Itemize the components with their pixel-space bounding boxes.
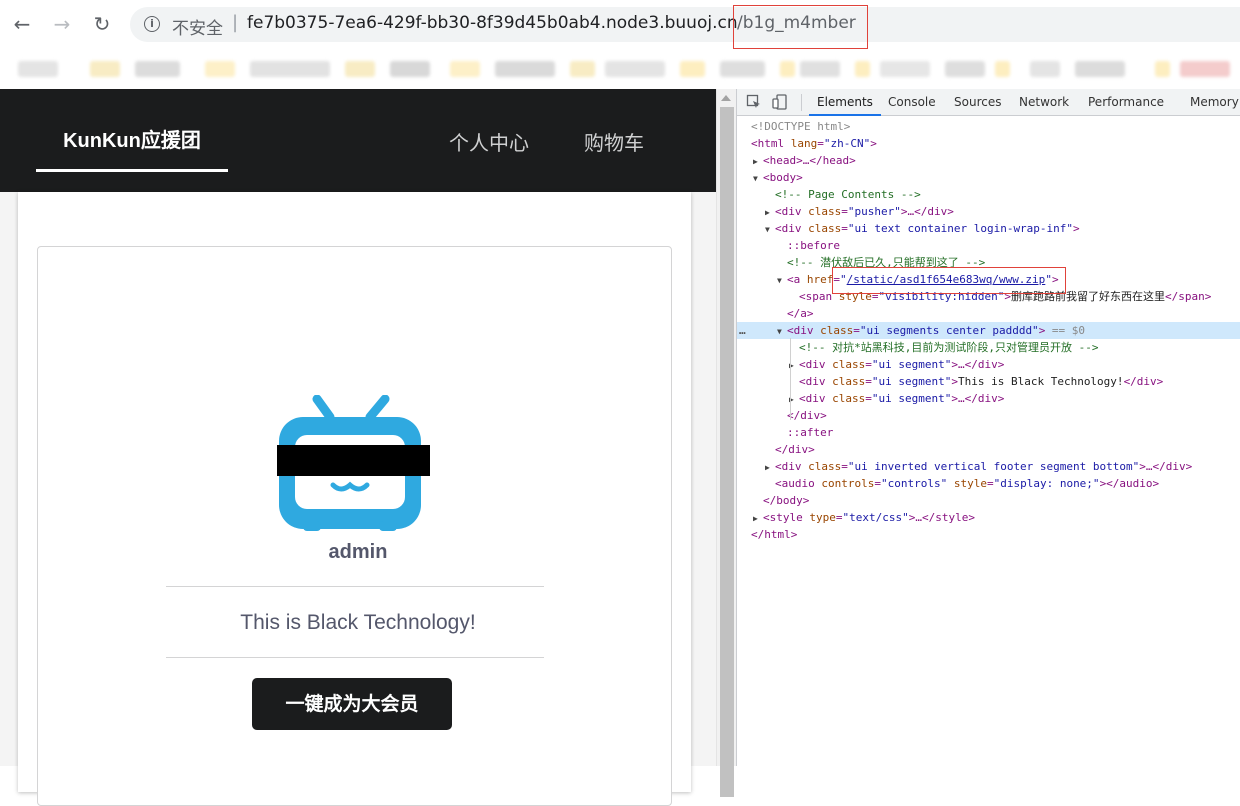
url-annotation-box (733, 5, 868, 49)
scroll-thumb[interactable] (720, 107, 734, 797)
devtools-panel: Elements Console Sources Network Perform… (736, 89, 1240, 766)
tree-node-segments-selected[interactable]: … ▼ <div class="ui segments center padddd"… (737, 322, 1240, 339)
tree-node-body[interactable]: ▼ <body> (737, 169, 1240, 186)
tree-node-a-close[interactable]: </a> (737, 305, 1240, 322)
tree-node-doctype[interactable]: <!DOCTYPE html> (737, 118, 1240, 135)
tree-node-comment-page[interactable]: <!-- Page Contents --> (737, 186, 1240, 203)
reload-icon[interactable]: ↻ (89, 11, 115, 37)
url-separator: | (232, 12, 239, 33)
tree-node-comment-tech[interactable]: <!-- 对抗*站黑科技,目前为测试阶段,只对管理员开放 --> (737, 339, 1240, 356)
bilibili-tv-avatar (275, 394, 433, 535)
tagline: This is Black Technology! (240, 611, 476, 634)
devtools-tabbar: Elements Console Sources Network Perform… (737, 89, 1240, 116)
tree-node-html[interactable]: <html lang="zh-CN"> (737, 135, 1240, 152)
tree-indent-guide (790, 338, 791, 420)
nav-item-profile[interactable]: 个人中心 (449, 127, 529, 156)
inspect-element-icon[interactable] (746, 94, 762, 110)
username: admin (328, 541, 388, 563)
tree-node-head[interactable]: ▶ <head>…</head> (737, 152, 1240, 169)
tree-node-pusher[interactable]: ▶ <div class="pusher">…</div> (737, 203, 1240, 220)
device-toolbar-icon[interactable] (772, 94, 788, 110)
tabbar-divider (801, 94, 802, 111)
info-icon[interactable]: i (144, 16, 160, 32)
tab-memory[interactable]: Memory (1190, 89, 1239, 116)
forward-arrow-icon[interactable]: → (49, 11, 75, 37)
tree-node-body-close[interactable]: </body> (737, 492, 1240, 509)
tree-node-footer[interactable]: ▶ <div class="ui inverted vertical footer… (737, 458, 1240, 475)
tree-node-container-close[interactable]: </div> (737, 441, 1240, 458)
address-bar[interactable]: i 不安全 | fe7b0375-7ea6-429f-bb30-8f39d45b… (130, 7, 1240, 42)
tree-node-segment-3[interactable]: ▶ <div class="ui segment">…</div> (737, 390, 1240, 407)
url-host[interactable]: fe7b0375-7ea6-429f-bb30-8f39d45b0ab4.nod… (247, 13, 738, 33)
back-arrow-icon[interactable]: ← (9, 11, 35, 37)
tree-node-segments-close[interactable]: </div> (737, 407, 1240, 424)
site-navbar: KunKun应援团 个人中心 购物车 (0, 89, 716, 192)
tab-console[interactable]: Console (888, 89, 936, 116)
tree-node-segment-1[interactable]: ▶ <div class="ui segment">…</div> (737, 356, 1240, 373)
security-label[interactable]: 不安全 (172, 14, 223, 39)
nav-item-cart[interactable]: 购物车 (584, 127, 644, 156)
tree-node-container[interactable]: ▼ <div class="ui text container login-wra… (737, 220, 1240, 237)
href-annotation-box (832, 267, 1066, 294)
tree-node-style[interactable]: ▶ <style type="text/css">…</style> (737, 509, 1240, 526)
tab-elements[interactable]: Elements (809, 89, 881, 116)
brand-link[interactable]: KunKun应援团 (36, 89, 228, 172)
tab-network[interactable]: Network (1019, 89, 1069, 116)
become-member-button[interactable]: 一键成为大会员 (252, 678, 452, 730)
bookmarks-bar-blurred (0, 53, 1240, 85)
divider (166, 657, 544, 658)
tab-sources[interactable]: Sources (954, 89, 1001, 116)
browser-toolbar: ← → ↻ i 不安全 | fe7b0375-7ea6-429f-bb30-8f… (0, 0, 1240, 89)
tree-node-audio[interactable]: <audio controls="controls" style="displa… (737, 475, 1240, 492)
tree-node-segment-2[interactable]: <div class="ui segment">This is Black Te… (737, 373, 1240, 390)
page-scrollbar[interactable] (716, 89, 736, 797)
tree-node-html-close[interactable]: </html> (737, 526, 1240, 543)
tree-node-after[interactable]: ::after (737, 424, 1240, 441)
divider (166, 586, 544, 587)
tab-performance[interactable]: Performance (1088, 89, 1164, 116)
scroll-up-arrow-icon[interactable] (721, 95, 731, 101)
tree-node-before[interactable]: ::before (737, 237, 1240, 254)
